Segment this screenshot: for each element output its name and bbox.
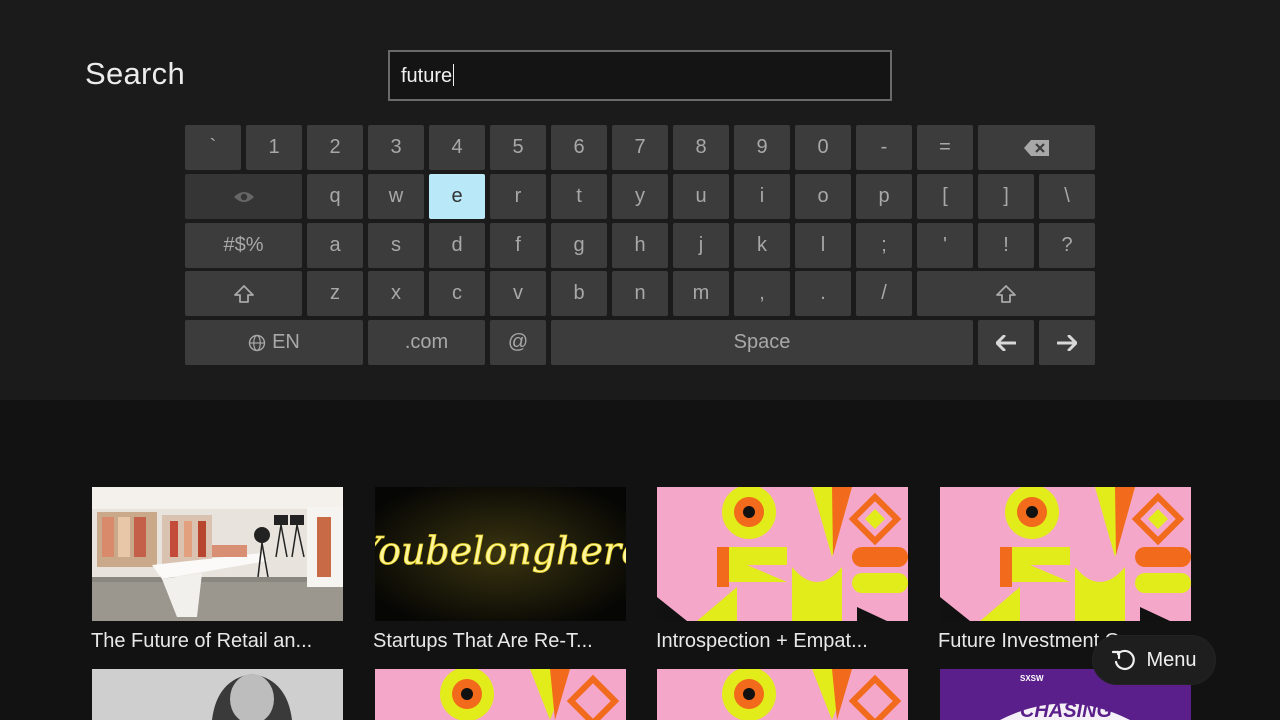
key-u[interactable]: u <box>673 174 729 219</box>
menu-button[interactable]: Menu <box>1093 636 1215 684</box>
geometric-pattern-thumbnail <box>375 669 626 720</box>
key-t[interactable]: t <box>551 174 607 219</box>
key-2[interactable]: 2 <box>307 125 363 170</box>
svg-text:CHASING: CHASING <box>1020 700 1112 720</box>
key-m[interactable]: m <box>673 271 729 316</box>
key-h[interactable]: h <box>612 223 668 268</box>
key-s[interactable]: s <box>368 223 424 268</box>
arrow-left-key[interactable] <box>978 320 1034 365</box>
key-z[interactable]: z <box>307 271 363 316</box>
key-j[interactable]: j <box>673 223 729 268</box>
arrow-right-icon <box>1057 334 1077 351</box>
key-exclamation[interactable]: ! <box>978 223 1034 268</box>
key-right-bracket[interactable]: ] <box>978 174 1034 219</box>
backspace-key[interactable] <box>978 125 1095 170</box>
key-y[interactable]: y <box>612 174 668 219</box>
result-title: Introspection + Empat... <box>656 630 868 652</box>
result-tile-4[interactable] <box>940 487 1191 621</box>
key-semicolon[interactable]: ; <box>856 223 912 268</box>
key-q[interactable]: q <box>307 174 363 219</box>
result-tile-1[interactable] <box>92 487 343 621</box>
neon-sign-thumbnail: Youbelonghere <box>375 487 626 621</box>
shift-key[interactable] <box>917 271 1095 316</box>
language-key[interactable]: EN <box>185 320 363 365</box>
key-period[interactable]: . <box>795 271 851 316</box>
svg-text:SXSW: SXSW <box>1020 674 1044 683</box>
key-4[interactable]: 4 <box>429 125 485 170</box>
text-caret <box>453 63 455 86</box>
key-e[interactable]: e <box>429 174 485 219</box>
svg-text:Youbelonghere: Youbelonghere <box>375 529 626 573</box>
key-c[interactable]: c <box>429 271 485 316</box>
key-a[interactable]: a <box>307 223 363 268</box>
eye-icon <box>233 190 255 204</box>
geometric-pattern-thumbnail <box>657 669 908 720</box>
key-backtick[interactable]: ` <box>185 125 241 170</box>
key-question[interactable]: ? <box>1039 223 1095 268</box>
key-dotcom[interactable]: .com <box>368 320 485 365</box>
result-tile-5[interactable] <box>92 669 343 720</box>
key-3[interactable]: 3 <box>368 125 424 170</box>
key-p[interactable]: p <box>856 174 912 219</box>
search-input[interactable]: future <box>388 50 892 101</box>
key-1[interactable]: 1 <box>246 125 302 170</box>
key-b[interactable]: b <box>551 271 607 316</box>
menu-label: Menu <box>1146 648 1197 671</box>
key-at[interactable]: @ <box>490 320 546 365</box>
result-title: Startups That Are Re-T... <box>373 630 593 652</box>
shift-icon <box>233 284 255 304</box>
arrow-right-key[interactable] <box>1039 320 1095 365</box>
key-k[interactable]: k <box>734 223 790 268</box>
key-space[interactable]: Space <box>551 320 973 365</box>
key-backslash[interactable]: \ <box>1039 174 1095 219</box>
key-minus[interactable]: - <box>856 125 912 170</box>
backspace-icon <box>1023 139 1051 157</box>
key-o[interactable]: o <box>795 174 851 219</box>
search-query: future <box>401 63 455 87</box>
key-v[interactable]: v <box>490 271 546 316</box>
key-r[interactable]: r <box>490 174 546 219</box>
key-apostrophe[interactable]: ' <box>917 223 973 268</box>
key-equals[interactable]: = <box>917 125 973 170</box>
key-0[interactable]: 0 <box>795 125 851 170</box>
key-5[interactable]: 5 <box>490 125 546 170</box>
key-n[interactable]: n <box>612 271 668 316</box>
result-tile-6[interactable] <box>375 669 626 720</box>
replay-icon <box>1112 649 1136 671</box>
key-g[interactable]: g <box>551 223 607 268</box>
key-comma[interactable]: , <box>734 271 790 316</box>
shift-key[interactable] <box>185 271 302 316</box>
key-symbols[interactable]: #$% <box>185 223 302 268</box>
key-i[interactable]: i <box>734 174 790 219</box>
portrait-thumbnail <box>92 669 343 720</box>
geometric-pattern-thumbnail <box>940 487 1191 621</box>
key-x[interactable]: x <box>368 271 424 316</box>
key-d[interactable]: d <box>429 223 485 268</box>
key-label: EN <box>272 331 300 353</box>
key-7[interactable]: 7 <box>612 125 668 170</box>
result-tile-2[interactable]: Youbelonghere <box>375 487 626 621</box>
result-tile-3[interactable] <box>657 487 908 621</box>
shift-icon <box>995 284 1017 304</box>
globe-icon <box>248 334 266 352</box>
result-tile-7[interactable] <box>657 669 908 720</box>
key-l[interactable]: l <box>795 223 851 268</box>
key-left-bracket[interactable]: [ <box>917 174 973 219</box>
key-slash[interactable]: / <box>856 271 912 316</box>
eye-key[interactable] <box>185 174 302 219</box>
key-9[interactable]: 9 <box>734 125 790 170</box>
page-title: Search <box>85 56 186 91</box>
retail-store-thumbnail <box>92 487 343 621</box>
geometric-pattern-thumbnail <box>657 487 908 621</box>
result-title: The Future of Retail an... <box>91 630 313 652</box>
key-f[interactable]: f <box>490 223 546 268</box>
key-w[interactable]: w <box>368 174 424 219</box>
key-8[interactable]: 8 <box>673 125 729 170</box>
key-6[interactable]: 6 <box>551 125 607 170</box>
arrow-left-icon <box>996 334 1016 351</box>
